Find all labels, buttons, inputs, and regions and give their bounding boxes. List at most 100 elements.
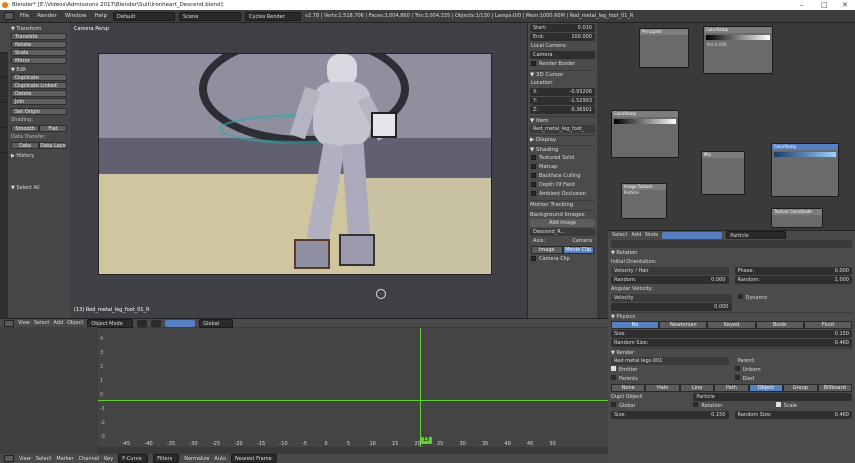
node-editor[interactable]: Principled ColorRamp Pos 0.000 ColorRamp… [597, 23, 855, 230]
menu-marker[interactable]: Marker [56, 456, 73, 462]
editor-type-icon[interactable] [4, 12, 14, 20]
background-image-item[interactable]: Descend_R... [530, 228, 595, 236]
angular-velocity-select[interactable]: Velocity [611, 294, 732, 302]
pos-readout[interactable]: Pos 0.000 [704, 42, 772, 47]
backface-culling-checkbox[interactable]: Backface Culling [531, 172, 594, 180]
physics-fluid-button[interactable]: Fluid [803, 321, 853, 329]
minimize-button[interactable]: – [800, 0, 804, 10]
flat-button[interactable]: Flat [39, 125, 67, 132]
duplicate-button[interactable]: Duplicate [11, 74, 67, 81]
menu-object[interactable]: Object [67, 320, 83, 326]
node-principled[interactable]: Principled [639, 28, 689, 68]
background-images-header[interactable]: Background Images [530, 210, 595, 218]
menu-select[interactable]: Select [612, 232, 627, 238]
pivot-icon[interactable] [151, 319, 162, 327]
fcurve-line[interactable] [98, 400, 608, 401]
size-field[interactable]: Size: 0.150 [611, 330, 852, 338]
clip-end-field[interactable]: End: 100.000 [530, 33, 595, 41]
menu-help[interactable]: Help [93, 13, 110, 19]
properties-tab-icons[interactable] [611, 240, 852, 248]
render-group-button[interactable]: Group [783, 384, 818, 392]
graph-editor-area[interactable] [98, 328, 608, 447]
join-button[interactable]: Join [11, 98, 67, 105]
render-object-button[interactable]: Object [748, 384, 784, 392]
global-checkbox[interactable]: Global [611, 402, 687, 410]
dynamic-checkbox[interactable]: Dynamic [737, 294, 853, 302]
node-colorramp-3[interactable]: ColorRamp [771, 143, 839, 197]
physics-newtonian-button[interactable]: Newtonian [659, 321, 708, 329]
ambient-occlusion-checkbox[interactable]: Ambient Occlusion [531, 190, 594, 198]
item-name-field[interactable]: Red_metal_leg_foot_ [530, 125, 595, 133]
current-frame-line[interactable] [420, 328, 421, 447]
menu-channel[interactable]: Channel [79, 456, 100, 462]
data-layout-button[interactable]: Data Layo [39, 142, 67, 149]
movie-clip-source-button[interactable]: Movie Clip [562, 246, 594, 254]
shading-header[interactable]: ▼ Shading [530, 145, 595, 153]
render-engine-select[interactable]: Cycles Render [245, 11, 302, 21]
cursor-y-field[interactable]: Y: -1.52993 [530, 97, 595, 105]
menu-select[interactable]: Select [34, 320, 49, 326]
orientation-select[interactable]: Global [199, 318, 234, 328]
size2-field[interactable]: Size: 0.150 [611, 411, 729, 419]
node-colorramp-2[interactable]: ColorRamp [611, 110, 679, 158]
delete-button[interactable]: Delete [11, 90, 67, 97]
node-mix[interactable]: Mix [701, 151, 745, 195]
editor-type-icon[interactable] [4, 319, 14, 327]
menu-file[interactable]: File [18, 13, 31, 19]
rotate-button[interactable]: Rotate [11, 41, 67, 48]
menu-add[interactable]: Add [53, 320, 63, 326]
phase-field[interactable]: Phase: 0.000 [734, 267, 852, 275]
died-checkbox[interactable]: Died [734, 375, 853, 383]
node-colorramp-1[interactable]: ColorRamp Pos 0.000 [703, 26, 773, 74]
maximize-button[interactable]: □ [821, 0, 828, 10]
matcap-checkbox[interactable]: Matcap [531, 163, 594, 171]
3d-cursor-icon[interactable] [376, 289, 386, 299]
image-source-button[interactable]: Image [531, 246, 563, 254]
parents-checkbox[interactable]: Parents [611, 375, 729, 383]
snap-select[interactable]: Nearest Frame [231, 454, 278, 463]
angular-velocity-amount[interactable]: 0.000 [611, 303, 732, 311]
filters-button[interactable]: Filters [153, 454, 180, 463]
phase-random-field[interactable]: Random: 1.000 [734, 276, 852, 284]
menu-key[interactable]: Key [104, 456, 113, 462]
node-image-texture[interactable]: Image Texture Particle [621, 183, 667, 219]
dupli-object-field[interactable]: Particle [693, 393, 852, 401]
physics-no-button[interactable]: No [611, 321, 660, 329]
axis-row[interactable]: Axis: Camera [530, 237, 595, 245]
parent-field[interactable]: Parent: [735, 357, 853, 365]
camera-clip-checkbox[interactable]: Camera Clip [531, 255, 594, 263]
node-tree-type-icons[interactable] [662, 231, 723, 239]
channel-list[interactable] [0, 327, 98, 454]
layout-select[interactable]: Default [113, 11, 176, 21]
textured-solid-checkbox[interactable]: Textured Solid [531, 154, 594, 162]
mirror-button[interactable]: Mirror [11, 57, 67, 64]
scale-checkbox[interactable]: Scale [775, 402, 852, 410]
data-transfer-button[interactable]: Data [11, 142, 39, 149]
clip-start-field[interactable]: Start: 0.010 [530, 24, 595, 32]
display-header[interactable]: ▶ Display [530, 135, 595, 143]
add-image-button[interactable]: Add Image [530, 219, 595, 227]
shading-mode-icon[interactable] [137, 319, 148, 327]
smooth-button[interactable]: Smooth [11, 125, 39, 132]
close-button[interactable]: ✕ [842, 0, 848, 10]
menu-window[interactable]: Window [63, 13, 89, 19]
normalize-toggle[interactable]: Normalize [184, 456, 209, 462]
cursor-z-field[interactable]: Z: 0.36901 [530, 106, 595, 114]
history-header[interactable]: ▶ History [11, 153, 70, 159]
menu-add[interactable]: Add [631, 232, 641, 238]
manipulator-icons[interactable] [165, 319, 196, 327]
random-size2-field[interactable]: Random Size: 0.460 [734, 411, 852, 419]
auto-toggle[interactable]: Auto [214, 456, 226, 462]
rotation-checkbox[interactable]: Rotation [693, 402, 769, 410]
edit-header[interactable]: ▼ Edit [11, 67, 70, 73]
random-size-field[interactable]: Random Size: 0.460 [611, 339, 852, 347]
select-all-operator[interactable]: ▼ Select All [11, 185, 70, 191]
random-field[interactable]: Random: 0.000 [611, 276, 729, 284]
current-frame-badge[interactable]: 13 [420, 437, 432, 444]
depth-of-field-checkbox[interactable]: Depth Of Field [531, 181, 594, 189]
menu-view[interactable]: View [18, 320, 30, 326]
transform-header[interactable]: ▼ Transform [11, 26, 70, 32]
item-header[interactable]: ▼ Item [530, 116, 595, 124]
unborn-checkbox[interactable]: Unborn [734, 366, 853, 374]
render-header[interactable]: ▼ Render [611, 348, 852, 356]
